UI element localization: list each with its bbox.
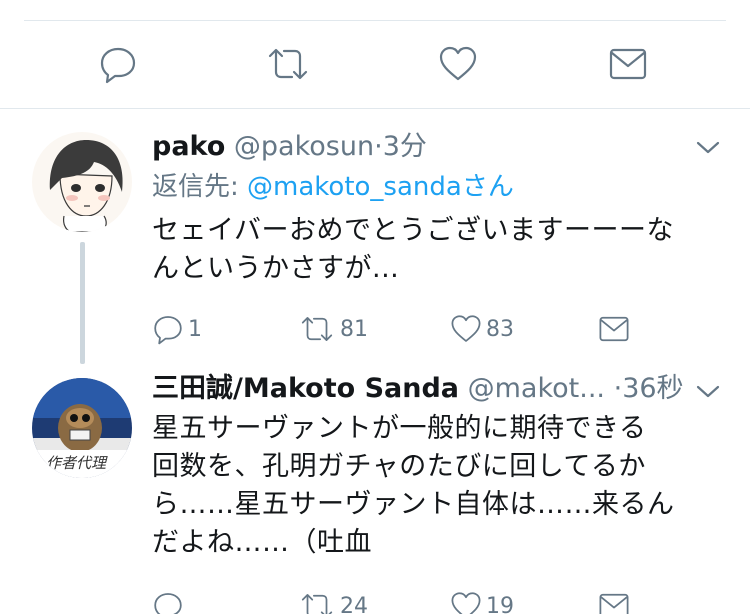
retweet-icon: [301, 317, 333, 341]
reply-icon: [154, 593, 182, 614]
retweet-button[interactable]: [258, 36, 318, 92]
user-handle[interactable]: @pakosun: [234, 131, 374, 162]
retweet-button[interactable]: 81: [298, 309, 368, 349]
tweet-text-line: 星五サーヴァントが一般的に期待できる: [152, 413, 647, 444]
tweet-pako[interactable]: pako @pakosun·3分 返信先: @makoto_sandaさん セェ…: [0, 110, 750, 364]
direct-message-button[interactable]: [598, 586, 630, 614]
retweet-icon: [301, 594, 333, 614]
tweet-text-line: ら……星五サーヴァント自体は……来るん: [152, 489, 675, 520]
focused-tweet-actions: [0, 36, 750, 92]
display-name[interactable]: pako: [152, 131, 225, 162]
retweet-count: 24: [340, 593, 368, 614]
retweet-icon: [268, 48, 308, 80]
divider: [0, 108, 750, 109]
reply-to-line: 返信先: @makoto_sandaさん: [152, 170, 514, 204]
reply-to-label: 返信先:: [152, 172, 248, 202]
divider: [24, 20, 726, 21]
tweet-text-line: 回数を、孔明ガチャのたびに回してるか: [152, 451, 646, 482]
tweet-actions: 1 81 83: [0, 309, 750, 349]
avatar-caption: 作者代理: [46, 454, 107, 472]
reply-button[interactable]: [152, 586, 188, 614]
retweet-button[interactable]: 24: [298, 586, 368, 614]
avatar[interactable]: [32, 132, 132, 232]
envelope-icon: [599, 316, 629, 342]
reply-to-handle[interactable]: @makoto_sanda: [247, 172, 462, 202]
avatar[interactable]: 作者代理: [32, 378, 132, 478]
like-button[interactable]: [428, 36, 488, 92]
envelope-icon: [599, 593, 629, 614]
timestamp[interactable]: 3分: [383, 131, 427, 162]
tweet-text: 星五サーヴァントが一般的に期待できる 回数を、孔明ガチャのたびに回してるか ら……: [152, 410, 722, 562]
direct-message-button[interactable]: [598, 309, 630, 349]
display-name[interactable]: 三田誠/Makoto Sanda: [152, 373, 459, 404]
tweet-text-line: セェイバーおめでとうございますーーーな: [152, 215, 674, 246]
heart-icon: [451, 592, 481, 614]
reply-button[interactable]: 1: [152, 309, 202, 349]
like-button[interactable]: 19: [450, 586, 514, 614]
reply-count: 1: [188, 316, 202, 342]
chevron-down-icon[interactable]: [694, 382, 722, 402]
reply-button[interactable]: [88, 36, 148, 92]
like-count: 83: [486, 316, 514, 342]
tweet-makoto-sanda[interactable]: 作者代理 三田誠/Makoto Sanda @makot... ·36秒 星五サ…: [0, 364, 750, 614]
like-count: 19: [486, 593, 514, 614]
tweet-text-line: んというかさすが...: [152, 253, 400, 284]
separator-dot: ·: [374, 131, 383, 162]
tweet-header: pako @pakosun·3分: [152, 130, 427, 164]
like-button[interactable]: 83: [450, 309, 514, 349]
tweet-thread-screen: pako @pakosun·3分 返信先: @makoto_sandaさん セェ…: [0, 0, 750, 614]
chevron-down-icon[interactable]: [694, 138, 722, 158]
tweet-text: セェイバーおめでとうございますーーーな んというかさすが...: [152, 212, 722, 288]
retweet-count: 81: [340, 316, 368, 342]
avatar-illustration: [32, 132, 132, 232]
heart-icon: [451, 315, 481, 342]
reply-to-suffix[interactable]: さん: [462, 172, 514, 202]
tweet-actions: 24 19: [0, 586, 750, 614]
separator-dot: ·: [613, 373, 623, 404]
reply-icon: [154, 316, 182, 345]
tweet-text-line: だよね……（吐血: [152, 527, 372, 558]
direct-message-button[interactable]: [598, 36, 658, 92]
tweet-header: 三田誠/Makoto Sanda @makot... ·36秒: [152, 372, 684, 406]
reply-icon: [100, 47, 136, 84]
timestamp[interactable]: 36秒: [622, 373, 683, 404]
heart-icon: [439, 46, 477, 81]
user-handle[interactable]: @makot...: [468, 373, 605, 404]
envelope-icon: [609, 48, 647, 80]
